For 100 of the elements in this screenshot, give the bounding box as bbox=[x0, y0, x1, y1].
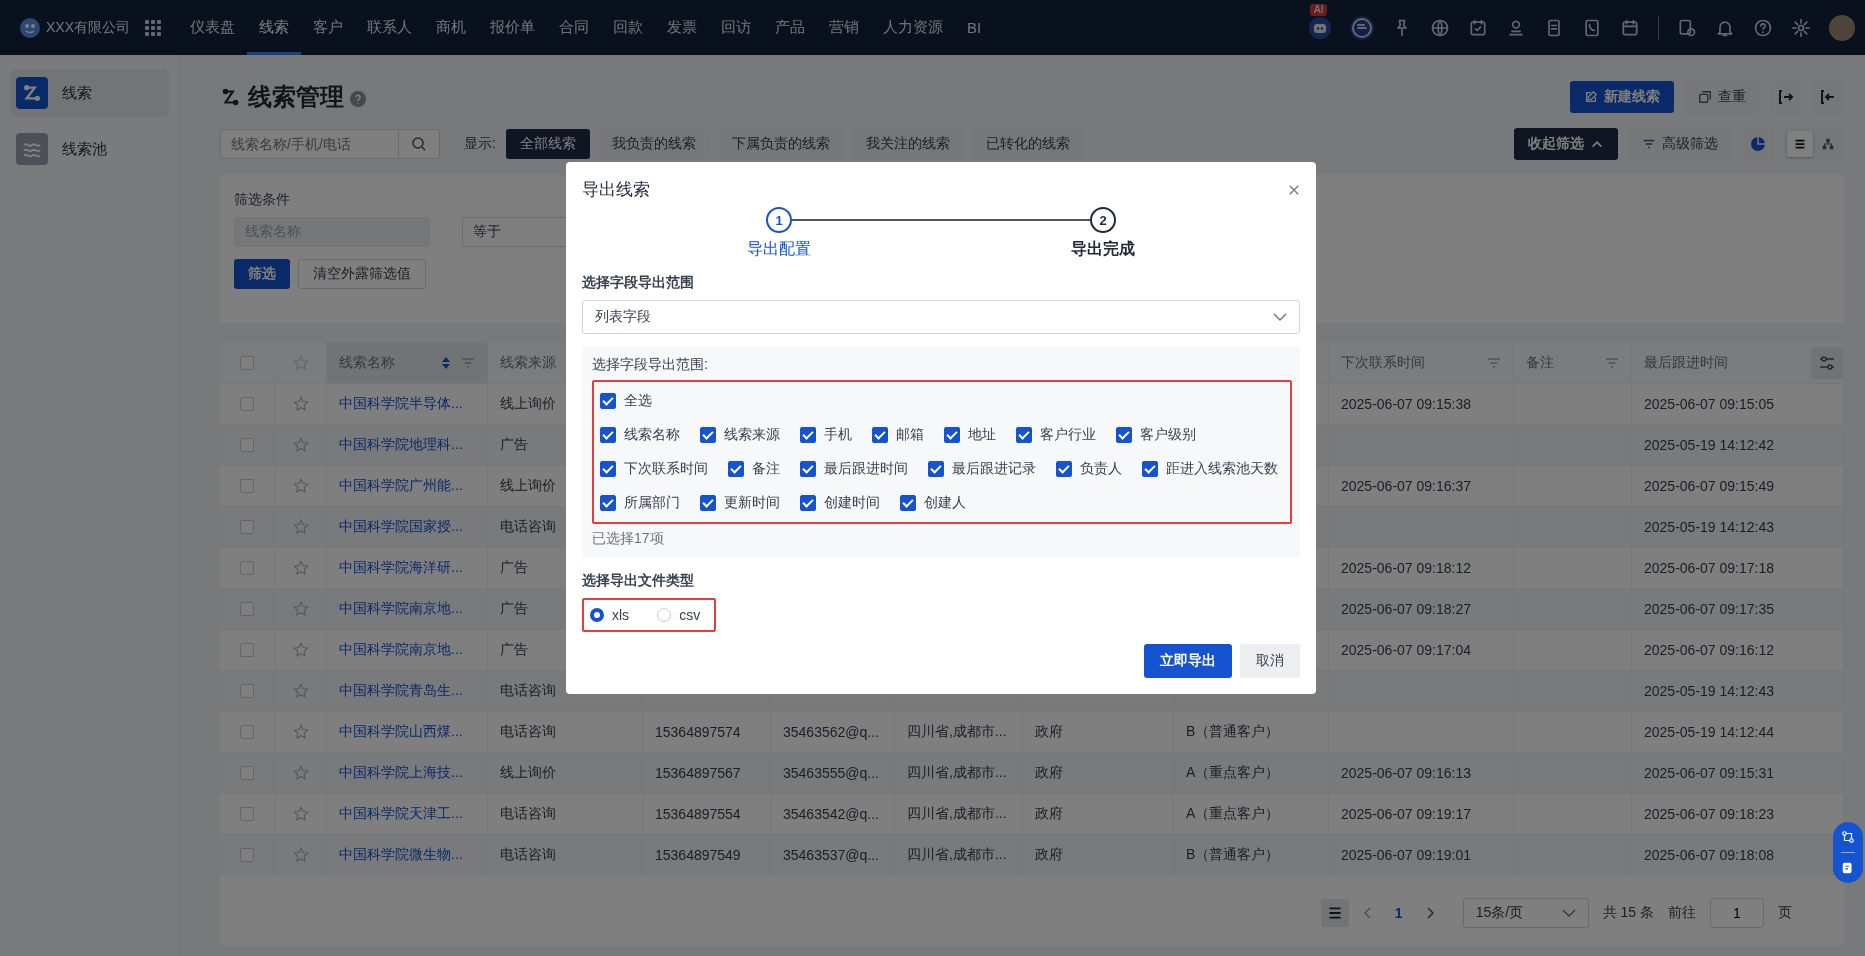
lead-name-link[interactable]: 中国科学院微生物... bbox=[339, 846, 463, 864]
globe-icon[interactable] bbox=[1430, 17, 1450, 38]
lead-name-link[interactable]: 中国科学院广州能... bbox=[339, 477, 463, 495]
next-page-icon[interactable] bbox=[1424, 906, 1435, 920]
star-icon[interactable] bbox=[291, 723, 310, 741]
nav-tab[interactable]: 合同 bbox=[547, 0, 601, 55]
lead-name-link[interactable]: 中国科学院半导体... bbox=[339, 395, 463, 413]
checkbox[interactable] bbox=[944, 427, 960, 443]
checkbox-label[interactable]: 线索来源 bbox=[724, 426, 780, 444]
checkbox-label[interactable]: 更新时间 bbox=[724, 494, 780, 512]
star-icon[interactable] bbox=[291, 846, 310, 864]
lead-name-link[interactable]: 中国科学院海洋研... bbox=[339, 559, 463, 577]
lead-name-link[interactable]: 中国科学院青岛生... bbox=[339, 682, 463, 700]
checkbox[interactable] bbox=[900, 495, 916, 511]
nav-tab[interactable]: 产品 bbox=[763, 0, 817, 55]
phone-icon[interactable] bbox=[1582, 17, 1602, 38]
list-icon[interactable] bbox=[1320, 898, 1349, 928]
checkbox[interactable] bbox=[800, 427, 816, 443]
close-icon[interactable] bbox=[1288, 183, 1300, 196]
star-icon[interactable] bbox=[291, 395, 310, 413]
previous-page-icon[interactable] bbox=[1362, 906, 1373, 920]
list-view-toggle[interactable] bbox=[1787, 131, 1813, 157]
sort-icon[interactable] bbox=[441, 356, 451, 370]
nav-tab[interactable]: 线索 bbox=[247, 0, 301, 55]
checkbox[interactable] bbox=[1142, 461, 1158, 477]
star-icon[interactable] bbox=[291, 682, 310, 700]
lead-name-link[interactable]: 中国科学院上海技... bbox=[339, 764, 463, 782]
nav-tab[interactable]: 回款 bbox=[601, 0, 655, 55]
checkbox-label[interactable]: 距进入线索池天数 bbox=[1166, 460, 1278, 478]
checkbox[interactable] bbox=[872, 427, 888, 443]
chat-icon[interactable] bbox=[1350, 15, 1374, 40]
robot-icon[interactable] bbox=[1308, 15, 1332, 40]
star-icon[interactable] bbox=[291, 436, 310, 454]
checkbox-label[interactable]: 客户行业 bbox=[1040, 426, 1096, 444]
star-icon[interactable] bbox=[291, 764, 310, 782]
checkbox[interactable] bbox=[600, 427, 616, 443]
checkbox[interactable] bbox=[800, 461, 816, 477]
lead-name-link[interactable]: 中国科学院山西煤... bbox=[339, 723, 463, 741]
lead-name-link[interactable]: 中国科学院南京地... bbox=[339, 641, 463, 659]
radio-label[interactable]: xls bbox=[612, 607, 630, 623]
view-tab[interactable]: 全部线索 bbox=[505, 129, 590, 159]
avatar[interactable] bbox=[1829, 14, 1855, 41]
checkbox[interactable] bbox=[600, 495, 616, 511]
checkbox-label[interactable]: 邮箱 bbox=[896, 426, 924, 444]
radio-button[interactable] bbox=[590, 608, 604, 622]
checkbox-label[interactable]: 备注 bbox=[752, 460, 780, 478]
nav-tab[interactable]: 人力资源 bbox=[871, 0, 955, 55]
nav-tab[interactable]: 商机 bbox=[424, 0, 478, 55]
nav-tab[interactable]: 回访 bbox=[709, 0, 763, 55]
checkbox-label[interactable]: 负责人 bbox=[1080, 460, 1122, 478]
checkbox-label[interactable]: 线索名称 bbox=[624, 426, 680, 444]
star-icon[interactable] bbox=[291, 518, 310, 536]
star-icon[interactable] bbox=[291, 477, 310, 495]
calendar-icon[interactable] bbox=[1620, 17, 1640, 38]
filter-button[interactable]: 筛选 bbox=[234, 259, 290, 289]
checkbox[interactable] bbox=[600, 461, 616, 477]
checkbox[interactable] bbox=[700, 427, 716, 443]
checkbox[interactable] bbox=[1056, 461, 1072, 477]
checkbox-label[interactable]: 创建时间 bbox=[824, 494, 880, 512]
nodes-icon[interactable] bbox=[1841, 830, 1855, 844]
new-lead-button[interactable]: 新建线索 bbox=[1570, 81, 1674, 113]
search-icon[interactable] bbox=[399, 129, 440, 159]
lead-name-link[interactable]: 中国科学院国家授... bbox=[339, 518, 463, 536]
checkbox[interactable] bbox=[800, 495, 816, 511]
nav-tab[interactable]: 营销 bbox=[817, 0, 871, 55]
star-icon[interactable] bbox=[291, 805, 310, 823]
calendar-check-icon[interactable] bbox=[1468, 17, 1488, 38]
checkbox[interactable] bbox=[928, 461, 944, 477]
lead-name-link[interactable]: 中国科学院南京地... bbox=[339, 600, 463, 618]
nav-tab[interactable]: 发票 bbox=[655, 0, 709, 55]
star-icon[interactable] bbox=[291, 641, 310, 659]
clear-filter-button[interactable]: 清空外露筛选值 bbox=[298, 259, 426, 289]
checkbox[interactable] bbox=[728, 461, 744, 477]
page-size-select[interactable]: 15条/页 bbox=[1462, 898, 1589, 928]
nav-tab[interactable]: 仪表盘 bbox=[178, 0, 247, 55]
nav-tab[interactable]: 联系人 bbox=[355, 0, 424, 55]
nav-tab[interactable]: 报价单 bbox=[478, 0, 547, 55]
edit-document-icon[interactable] bbox=[1841, 861, 1855, 875]
page-number[interactable]: 1 bbox=[1386, 905, 1411, 921]
checkbox-label[interactable]: 下次联系时间 bbox=[624, 460, 708, 478]
help-icon[interactable] bbox=[1753, 17, 1773, 38]
checkbox-label[interactable]: 手机 bbox=[824, 426, 852, 444]
collapse-filter-button[interactable]: 收起筛选 bbox=[1514, 128, 1618, 160]
checkbox-label[interactable]: 客户级别 bbox=[1140, 426, 1196, 444]
sidebar-item[interactable]: 线索 bbox=[10, 69, 169, 117]
app-grid-icon[interactable] bbox=[144, 18, 162, 37]
checkbox-label[interactable]: 全选 bbox=[624, 392, 652, 410]
radio-label[interactable]: csv bbox=[679, 607, 701, 623]
star-icon[interactable] bbox=[291, 600, 310, 618]
sidebar-item[interactable]: 线索池 bbox=[10, 125, 169, 173]
checkbox[interactable] bbox=[700, 495, 716, 511]
page-input[interactable]: 1 bbox=[1710, 898, 1764, 928]
checkbox[interactable] bbox=[1016, 427, 1032, 443]
checkbox-label[interactable]: 所属部门 bbox=[624, 494, 680, 512]
scope-select[interactable]: 列表字段 bbox=[582, 300, 1300, 334]
nav-tab[interactable]: 客户 bbox=[301, 0, 355, 55]
column-settings-icon[interactable] bbox=[1811, 347, 1843, 379]
checkbox-label[interactable]: 创建人 bbox=[924, 494, 966, 512]
nav-tab[interactable]: BI bbox=[955, 0, 994, 55]
checkbox[interactable] bbox=[600, 393, 616, 409]
